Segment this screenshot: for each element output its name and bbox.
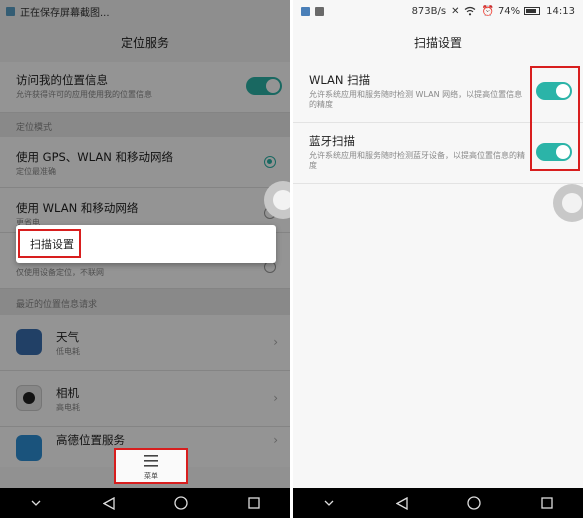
recents-button[interactable] <box>537 493 557 513</box>
notification-icon <box>301 6 310 16</box>
alarm-icon: ⏰ <box>481 5 494 17</box>
clock-time: 14:13 <box>546 5 575 17</box>
toggles-highlight-box <box>530 66 580 171</box>
recents-square-icon <box>541 497 553 509</box>
recents-button[interactable] <box>244 493 264 513</box>
home-circle-icon <box>467 496 481 510</box>
wlan-scan-subtitle: 允许系统应用和服务随时检测 WLAN 网络，以提高位置信息的精度 <box>309 90 523 109</box>
popup-item-scan-settings[interactable]: 扫描设置 <box>30 236 74 252</box>
chevron-down-icon <box>324 500 334 506</box>
page-title: 扫描设置 <box>413 35 462 50</box>
bluetooth-scan-subtitle: 允许系统应用和服务随时检测蓝牙设备，以提高位置信息的精度 <box>309 151 525 170</box>
menu-button[interactable]: 菜单 <box>114 448 188 484</box>
hide-nav-button[interactable] <box>26 493 46 513</box>
chevron-down-icon <box>31 500 41 506</box>
left-phone-screen: 正在保存屏幕截图... 定位服务 访问我的位置信息 允许获得许可的应用使用我的位… <box>0 0 290 518</box>
navigation-bar <box>0 488 290 518</box>
navigation-bar <box>293 488 583 518</box>
wlan-scan-title: WLAN 扫描 <box>309 73 371 87</box>
wifi-icon <box>465 6 476 16</box>
back-triangle-icon <box>102 496 115 510</box>
floating-nav-ball[interactable] <box>553 184 583 222</box>
network-speed: 873B/s <box>411 5 447 17</box>
status-bar: 873B/s ✕ ⏰ 74% 14:13 <box>293 0 583 22</box>
mute-icon: ✕ <box>451 5 460 17</box>
hide-nav-button[interactable] <box>319 493 339 513</box>
battery-percent: 74% <box>497 5 521 17</box>
menu-label: 菜单 <box>144 472 158 480</box>
recents-square-icon <box>248 497 260 509</box>
back-button[interactable] <box>99 493 119 513</box>
bluetooth-scan-title: 蓝牙扫描 <box>309 134 355 148</box>
notification-icon <box>315 6 324 16</box>
home-circle-icon <box>174 496 188 510</box>
back-triangle-icon <box>395 496 408 510</box>
back-button[interactable] <box>392 493 412 513</box>
right-phone-screen: 873B/s ✕ ⏰ 74% 14:13 扫描设置 WLAN 扫描 允许系统应用… <box>293 0 583 518</box>
menu-icon <box>144 455 158 467</box>
home-button[interactable] <box>171 493 191 513</box>
battery-icon <box>524 7 541 15</box>
home-button[interactable] <box>464 493 484 513</box>
